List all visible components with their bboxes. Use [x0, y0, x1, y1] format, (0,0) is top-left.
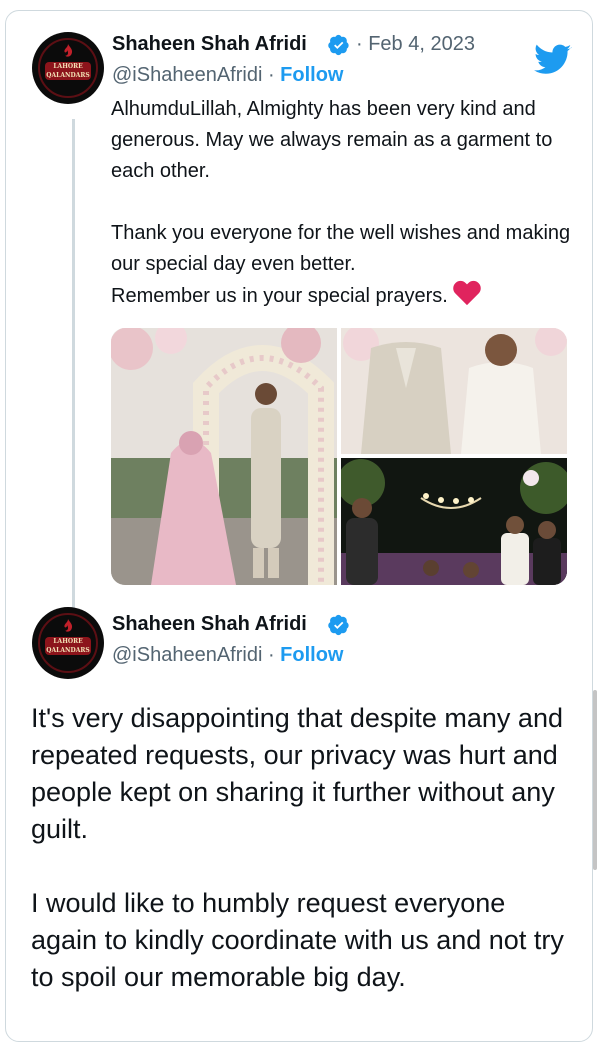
tweet-date[interactable]: · Feb 4, 2023	[356, 33, 475, 56]
flame-emblem-icon	[64, 44, 73, 57]
wedding-archway-photo[interactable]	[111, 328, 337, 585]
verified-badge-icon	[328, 614, 349, 636]
separator-dot: ·	[262, 644, 281, 666]
author-handle[interactable]: @iShaheenAfridi	[112, 644, 262, 666]
author-handle[interactable]: @iShaheenAfridi	[112, 64, 262, 86]
tweet-text: It's very disappointing that despite man…	[31, 703, 564, 992]
author-avatar[interactable]: LAHORE QALANDARS	[32, 32, 104, 104]
separator-dot: ·	[262, 64, 281, 86]
flame-emblem-icon	[64, 619, 73, 632]
group-evening-photo[interactable]	[341, 458, 567, 585]
groom-portrait-photo[interactable]	[341, 328, 567, 454]
author-name[interactable]: Shaheen Shah Afridi	[112, 613, 307, 636]
thread-connector-line	[72, 119, 75, 611]
twitter-bird-icon[interactable]	[534, 44, 572, 76]
author-handle-row: @iShaheenAfridi · Follow	[112, 64, 344, 87]
groom-portrait-illustration	[341, 328, 567, 454]
tweet-body: AlhumduLillah, Almighty has been very ki…	[111, 98, 571, 307]
avatar-logo-badge: LAHORE QALANDARS	[45, 62, 91, 80]
scrollbar[interactable]	[593, 690, 597, 870]
wedding-archway-illustration	[111, 328, 337, 585]
red-heart-icon	[453, 280, 481, 306]
tweet-text: AlhumduLillah, Almighty has been very ki…	[111, 94, 581, 312]
avatar-logo-badge: LAHORE QALANDARS	[45, 637, 91, 655]
follow-link[interactable]: Follow	[280, 64, 343, 86]
follow-link[interactable]: Follow	[280, 644, 343, 666]
tweet-photo-grid[interactable]	[111, 328, 567, 585]
verified-badge-icon	[328, 34, 349, 56]
author-name[interactable]: Shaheen Shah Afridi	[112, 33, 307, 56]
author-handle-row: @iShaheenAfridi · Follow	[112, 644, 344, 667]
group-evening-illustration	[341, 458, 567, 585]
author-avatar[interactable]: LAHORE QALANDARS	[32, 607, 104, 679]
